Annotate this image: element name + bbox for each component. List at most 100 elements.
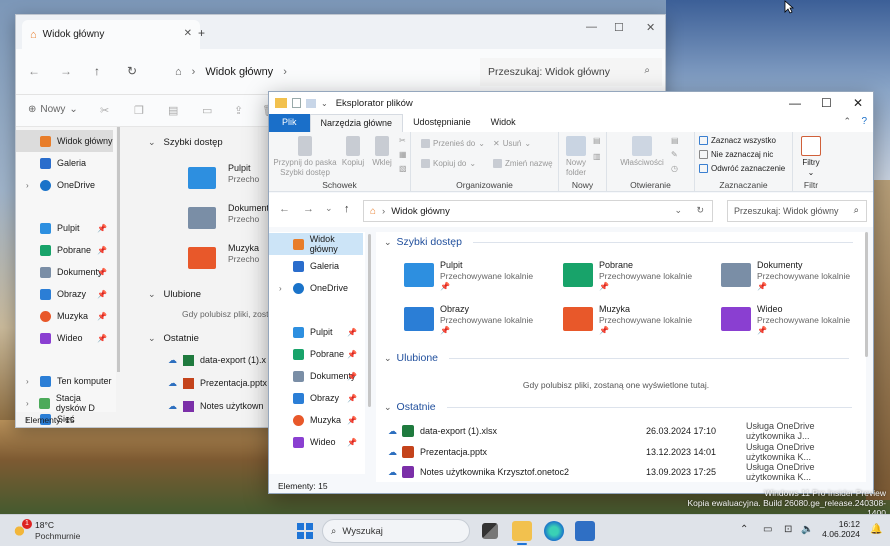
back-sidebar-scrollbar[interactable] <box>117 127 120 372</box>
back-search-input[interactable]: Przeszukaj: Widok główny ⌕ <box>480 58 662 86</box>
chevron-down-icon[interactable]: ⌄ <box>321 99 328 108</box>
quick-item-documents[interactable]: Dokumenty Przechowywane lokalnie 📌 <box>721 258 871 294</box>
open-icon[interactable]: ▤ <box>671 136 679 145</box>
paste-button[interactable]: Wklej <box>369 136 395 168</box>
sidebar-item-pictures[interactable]: Obrazy 📌 <box>269 387 363 409</box>
sidebar-item-gallery[interactable]: Galeria <box>269 255 363 277</box>
start-button[interactable] <box>297 523 313 539</box>
tab-home[interactable]: Narzędzia główne <box>309 114 404 132</box>
sidebar-item-downloads[interactable]: Pobrane 📌 <box>269 343 363 365</box>
paste-shortcut-icon[interactable]: ▧ <box>399 164 407 173</box>
section-quick-access[interactable]: ⌄ Szybki dostęp <box>384 236 853 248</box>
history-icon[interactable]: ◷ <box>671 164 678 173</box>
forward-arrow-icon[interactable]: → <box>60 64 72 78</box>
network-icon[interactable]: ⊡ <box>784 524 792 535</box>
back-section-recent[interactable]: ⌄ Ostatnie <box>148 333 199 344</box>
chevron-right-icon[interactable]: › <box>279 284 287 293</box>
back-arrow-icon[interactable]: ← <box>28 64 40 78</box>
sidebar-item-documents[interactable]: Dokumenty 📌 <box>269 365 363 387</box>
chevron-up-icon[interactable]: ⌃ <box>740 524 748 535</box>
clock[interactable]: 16:12 4.06.2024 <box>818 519 860 539</box>
select-none-button[interactable]: Nie zaznaczaj nic <box>699 150 773 159</box>
up-arrow-icon[interactable]: ↑ <box>344 203 350 215</box>
cut-icon[interactable]: ✂ <box>399 136 406 145</box>
recent-file-row[interactable]: ☁ data-export (1).xlsx 26.03.2024 17:10 Usł… <box>388 421 858 441</box>
sidebar-item-music[interactable]: Muzyka 📌 <box>16 305 113 327</box>
taskbar-search[interactable]: ⌕ Wyszukaj <box>322 519 470 543</box>
sidebar-item-onedrive[interactable]: › OneDrive <box>16 174 113 196</box>
delete-button[interactable]: ✕ Usuń ⌄ <box>493 139 531 148</box>
file-explorer-taskbar-icon[interactable] <box>512 521 532 545</box>
sidebar-item-video[interactable]: Wideo 📌 <box>16 327 113 349</box>
new-folder-button[interactable]: Nowy folder <box>563 136 589 178</box>
edge-browser-icon[interactable] <box>544 521 564 541</box>
sidebar-item-drive-d[interactable]: › Stacja dysków D <box>16 392 113 414</box>
edit-icon[interactable]: ✎ <box>671 150 678 159</box>
help-icon[interactable]: ? <box>861 116 867 127</box>
sidebar-item-onedrive[interactable]: › OneDrive <box>269 277 363 299</box>
maximize-icon[interactable]: ☐ <box>821 96 832 110</box>
chevron-right-icon[interactable]: › <box>26 181 34 190</box>
tab-file[interactable]: Plik <box>269 114 310 132</box>
quick-item-pictures[interactable]: Obrazy Przechowywane lokalnie 📌 <box>404 302 554 338</box>
properties-button[interactable]: Właściwości <box>617 136 667 168</box>
back-arrow-icon[interactable]: ← <box>279 203 290 215</box>
front-content-scrollbar[interactable] <box>865 232 868 357</box>
new-tab-button[interactable]: + <box>198 26 205 40</box>
section-recent[interactable]: ⌄ Ostatnie <box>384 401 852 413</box>
cut-icon[interactable]: ✂ <box>100 104 109 117</box>
close-icon[interactable]: ✕ <box>646 21 655 34</box>
sidebar-item-video[interactable]: Wideo 📌 <box>269 431 363 453</box>
minimize-icon[interactable]: — <box>586 21 597 33</box>
up-arrow-icon[interactable]: ↑ <box>94 64 100 78</box>
quick-item-desktop[interactable]: Pulpit Przechowywane lokalnie 📌 <box>404 258 554 294</box>
quick-item-music[interactable]: Muzyka Przechowywane lokalnie 📌 <box>563 302 713 338</box>
chevron-right-icon[interactable]: › <box>26 377 34 386</box>
invert-selection-button[interactable]: Odwróć zaznaczenie <box>699 164 785 173</box>
copy-icon[interactable]: ❐ <box>134 104 144 117</box>
recent-locations-icon[interactable]: ⌄ <box>325 203 333 214</box>
recent-file-row[interactable]: ☁ Notes użytkownika Krzysztof.onetoc2 13.0… <box>388 462 858 482</box>
notifications-icon[interactable]: 🔔 <box>870 524 882 535</box>
copy-button[interactable]: Kopiuj <box>339 136 367 168</box>
front-sidebar-scrollbar[interactable] <box>368 234 371 407</box>
address-dropdown-icon[interactable]: ⌄ <box>674 205 682 216</box>
front-address-bar[interactable]: ⌂ › Widok główny ⌄ ↻ <box>363 200 713 222</box>
sidebar-item-documents[interactable]: Dokumenty 📌 <box>16 261 113 283</box>
maximize-icon[interactable]: ☐ <box>614 21 624 34</box>
tab-view[interactable]: Widok <box>481 114 526 132</box>
section-favorites[interactable]: ⌄ Ulubione <box>384 352 849 364</box>
back-section-quick-access[interactable]: ⌄ Szybki dostęp <box>148 137 223 148</box>
new-folder-qa-icon[interactable] <box>306 98 316 108</box>
paste-icon[interactable]: ▤ <box>168 104 178 117</box>
back-recent-row[interactable]: ☁ Notes użytkown <box>168 401 264 412</box>
chevron-right-icon[interactable]: › <box>26 399 33 408</box>
rename-icon[interactable]: ▭ <box>202 104 212 117</box>
recent-file-row[interactable]: ☁ Prezentacja.pptx 13.12.2023 14:01 Usługa … <box>388 442 858 462</box>
sidebar-item-desktop[interactable]: Pulpit 📌 <box>269 321 363 343</box>
sidebar-item-pictures[interactable]: Obrazy 📌 <box>16 283 113 305</box>
volume-icon[interactable]: 🔈 <box>801 524 813 535</box>
sidebar-item-gallery[interactable]: Galeria <box>16 152 113 174</box>
new-item-icon[interactable]: ▤ <box>593 136 601 145</box>
front-search-input[interactable]: Przeszukaj: Widok główny ⌕ <box>727 200 867 222</box>
rename-button[interactable]: Zmień nazwę <box>493 159 553 168</box>
new-button[interactable]: ⊕ Nowy ⌄ <box>28 104 78 115</box>
minimize-icon[interactable]: — <box>789 96 801 110</box>
quick-item-video[interactable]: Wideo Przechowywane lokalnie 📌 <box>721 302 871 338</box>
file-explorer-window[interactable]: ⌄ Eksplorator plików — ☐ ✕ Plik Narzędzi… <box>268 91 874 494</box>
filters-button[interactable]: Filtry ⌄ <box>797 136 825 178</box>
language-icon[interactable]: ▭ <box>763 524 772 535</box>
select-all-button[interactable]: Zaznacz wszystko <box>699 136 776 145</box>
easy-access-icon[interactable]: ▥ <box>593 152 601 161</box>
task-view-icon[interactable] <box>482 523 498 539</box>
sidebar-item-this-pc[interactable]: › Ten komputer <box>16 370 113 392</box>
sidebar-item-downloads[interactable]: Pobrane 📌 <box>16 239 113 261</box>
close-tab-icon[interactable]: ✕ <box>184 28 192 39</box>
store-icon[interactable] <box>575 521 595 541</box>
pin-quick-access-button[interactable]: Przypnij do paska Szybki dostęp <box>271 136 339 178</box>
copy-to-button[interactable]: Kopiuj do ⌄ <box>421 159 476 168</box>
properties-qa-icon[interactable] <box>292 98 301 108</box>
back-recent-row[interactable]: ☁ data-export (1).x <box>168 355 266 366</box>
move-to-button[interactable]: Przenieś do ⌄ <box>421 139 485 148</box>
